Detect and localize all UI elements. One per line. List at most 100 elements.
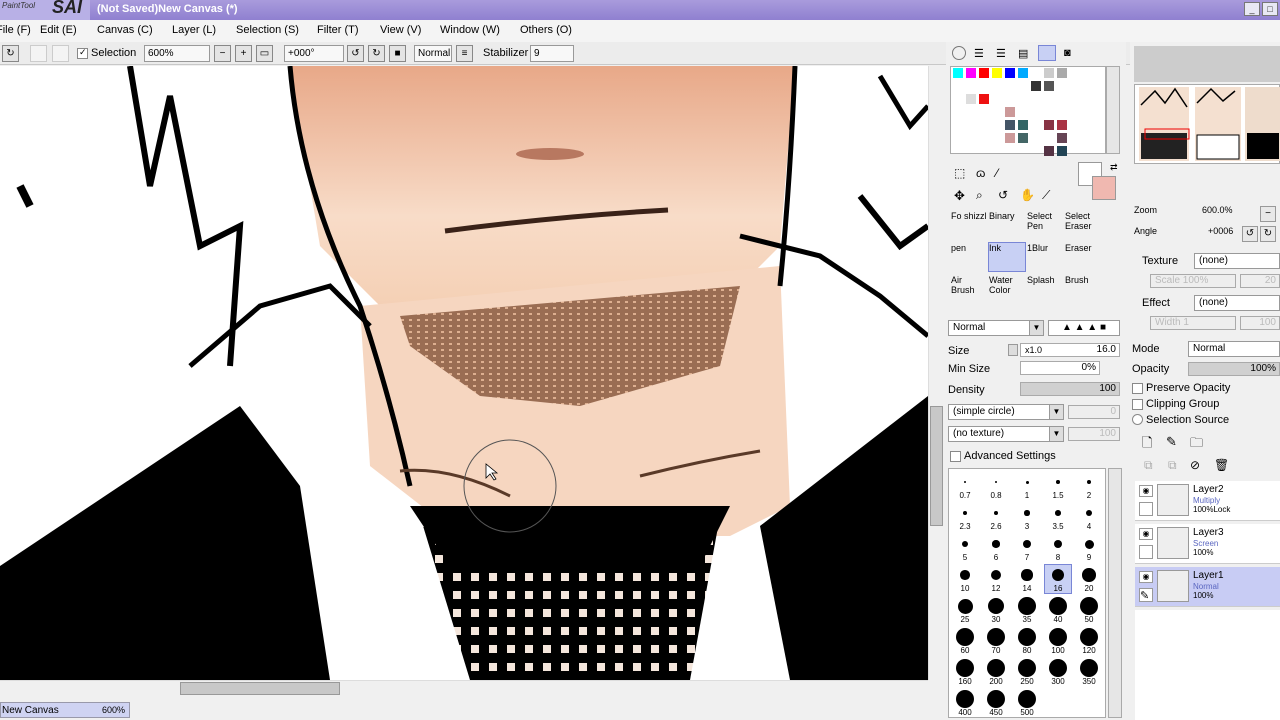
rotate-reset-icon[interactable]: ■ [389, 45, 406, 62]
texture-scale-slider[interactable]: Scale 100% [1150, 274, 1236, 288]
swatches-icon[interactable] [1038, 45, 1056, 61]
brush-size-dot[interactable] [1049, 597, 1067, 615]
canvas[interactable] [0, 66, 928, 680]
nav-rotate-right-icon[interactable]: ↻ [1260, 226, 1276, 242]
selection-source-radio[interactable] [1132, 414, 1143, 425]
brush-size-dot[interactable] [1024, 510, 1030, 516]
swatch[interactable] [966, 68, 976, 78]
swatch[interactable] [966, 94, 976, 104]
brush-size-dot[interactable] [956, 659, 974, 677]
mode-select[interactable]: Normal [414, 45, 452, 62]
brush-size-dot[interactable] [987, 659, 1005, 677]
effect-select[interactable]: (none) [1194, 295, 1280, 311]
swatch[interactable] [1057, 120, 1067, 130]
brush-size-dot[interactable] [1052, 569, 1064, 581]
brush-size-dot[interactable] [987, 628, 1005, 646]
horizontal-scroll-thumb[interactable] [180, 682, 340, 695]
brush-size-dot[interactable] [1080, 597, 1098, 615]
brush-size-dot[interactable] [994, 480, 998, 484]
texture-select[interactable]: (none) [1194, 253, 1280, 269]
zoom-select[interactable]: 600% [144, 45, 210, 62]
brush-edge-selector[interactable]: ▲ ▲ ▲ ■ [1048, 320, 1120, 336]
flip-icon[interactable]: ≡ [456, 45, 473, 62]
shape-strength[interactable]: 0 [1068, 405, 1120, 419]
size-slider[interactable]: x1.0 16.0 [1020, 343, 1120, 357]
swap-colors-icon[interactable]: ⇄ [1110, 162, 1118, 173]
menu-edit[interactable]: Edit (E) [40, 24, 77, 36]
brush-size-dot[interactable] [987, 690, 1005, 708]
lasso-icon[interactable]: ɷ [976, 166, 985, 180]
brush-size-dot[interactable] [956, 628, 974, 646]
tool-ink[interactable]: Ink [988, 242, 1026, 272]
new-layer-icon[interactable]: 🗋 [1142, 434, 1152, 456]
rotate-right-icon[interactable]: ↻ [368, 45, 385, 62]
menu-layer[interactable]: Layer (L) [172, 24, 216, 36]
texture-strength[interactable]: 100 [1068, 427, 1120, 441]
swatch[interactable] [1018, 120, 1028, 130]
brush-size-dot[interactable] [962, 510, 968, 516]
swatch[interactable] [1018, 68, 1028, 78]
stabilizer-select[interactable]: 9 [530, 45, 574, 62]
menu-filter[interactable]: Filter (T) [317, 24, 359, 36]
brush-size-dot[interactable] [1080, 628, 1098, 646]
swatch[interactable] [992, 68, 1002, 78]
brush-shape-select[interactable]: (simple circle) ▼ [948, 404, 1064, 420]
brush-size-grid[interactable]: 0.7 0.8 1 1.5 2 2.3 2.6 3 3.5 4 5 6 7 8 9 10 12 14 16 20 25 3… [948, 468, 1106, 718]
move-icon[interactable]: ✥ [954, 188, 965, 204]
tool-fo-shizzl[interactable]: Fo shizzl [950, 210, 988, 240]
tool-splash[interactable]: Splash [1026, 274, 1064, 304]
swatch[interactable] [1005, 133, 1015, 143]
scratchpad-icon[interactable]: ◙ [1064, 47, 1071, 59]
effect-strength-slider[interactable]: 100 [1240, 316, 1280, 330]
brush-mode-select[interactable]: Normal ▼ [948, 320, 1044, 336]
brush-size-dot[interactable] [960, 570, 970, 580]
clipping-group-checkbox[interactable] [1132, 399, 1143, 410]
vertical-scroll-thumb[interactable] [930, 406, 943, 526]
brush-size-dot[interactable] [1080, 659, 1098, 677]
horizontal-scrollbar[interactable] [0, 680, 928, 696]
rgb-slider-icon[interactable]: ☰ [974, 47, 984, 60]
swatch[interactable] [1005, 120, 1015, 130]
maximize-icon[interactable]: □ [1262, 2, 1278, 16]
rotate-view-icon[interactable]: ↺ [998, 188, 1008, 202]
swatch[interactable] [953, 68, 963, 78]
swatch[interactable] [1044, 146, 1054, 156]
brush-size-dot[interactable] [1023, 540, 1031, 548]
tool-binary[interactable]: Binary [988, 210, 1026, 240]
angle-select[interactable]: +000° [284, 45, 344, 62]
selection-checkbox[interactable]: ✓ [77, 47, 88, 59]
effect-width-slider[interactable]: Width 1 [1150, 316, 1236, 330]
tool-pen[interactable]: pen [950, 242, 988, 272]
advanced-settings-checkbox[interactable] [950, 451, 961, 462]
swatch[interactable] [1044, 68, 1054, 78]
brush-size-dot[interactable] [961, 540, 969, 548]
eye-icon[interactable]: ◉ [1139, 485, 1153, 497]
swatch[interactable] [1044, 120, 1054, 130]
texture-strength-slider[interactable]: 20 [1240, 274, 1280, 288]
eye-icon[interactable]: ◉ [1139, 528, 1153, 540]
menu-others[interactable]: Others (O) [520, 24, 572, 36]
tool-air-brush[interactable]: Air Brush [950, 274, 988, 304]
layer-opacity-slider[interactable]: 100% [1188, 362, 1280, 376]
size-lock-icon[interactable] [1008, 344, 1018, 356]
delete-layer-icon[interactable]: 🗑 [1214, 458, 1229, 472]
copy-layer-icon[interactable]: ⧉ [1144, 458, 1153, 473]
brush-size-dot[interactable] [1086, 479, 1092, 485]
swatch-grid[interactable] [950, 66, 1106, 154]
brush-size-dot[interactable] [1049, 628, 1067, 646]
canvas-tab[interactable]: New Canvas 600% [0, 702, 130, 718]
swatch[interactable] [1044, 81, 1054, 91]
brush-size-dot[interactable] [963, 480, 967, 484]
brush-size-dot[interactable] [1082, 568, 1096, 582]
tool-select-pen[interactable]: Select Pen [1026, 210, 1064, 240]
layer-row-layer3[interactable]: ◉ Layer3 Screen 100% [1135, 524, 1280, 564]
clear-layer-icon[interactable]: ⊘ [1190, 458, 1200, 472]
brush-size-dot[interactable] [1056, 480, 1060, 484]
brush-size-dot[interactable] [1053, 539, 1063, 549]
eye-icon[interactable]: ◉ [1139, 571, 1153, 583]
color-wheel-icon[interactable] [952, 46, 966, 60]
hand-icon[interactable]: ✋ [1020, 188, 1035, 202]
brush-size-dot[interactable] [956, 690, 974, 708]
new-linework-layer-icon[interactable]: ✎ [1166, 434, 1177, 450]
magic-wand-icon[interactable]: ⁄ [996, 166, 998, 180]
